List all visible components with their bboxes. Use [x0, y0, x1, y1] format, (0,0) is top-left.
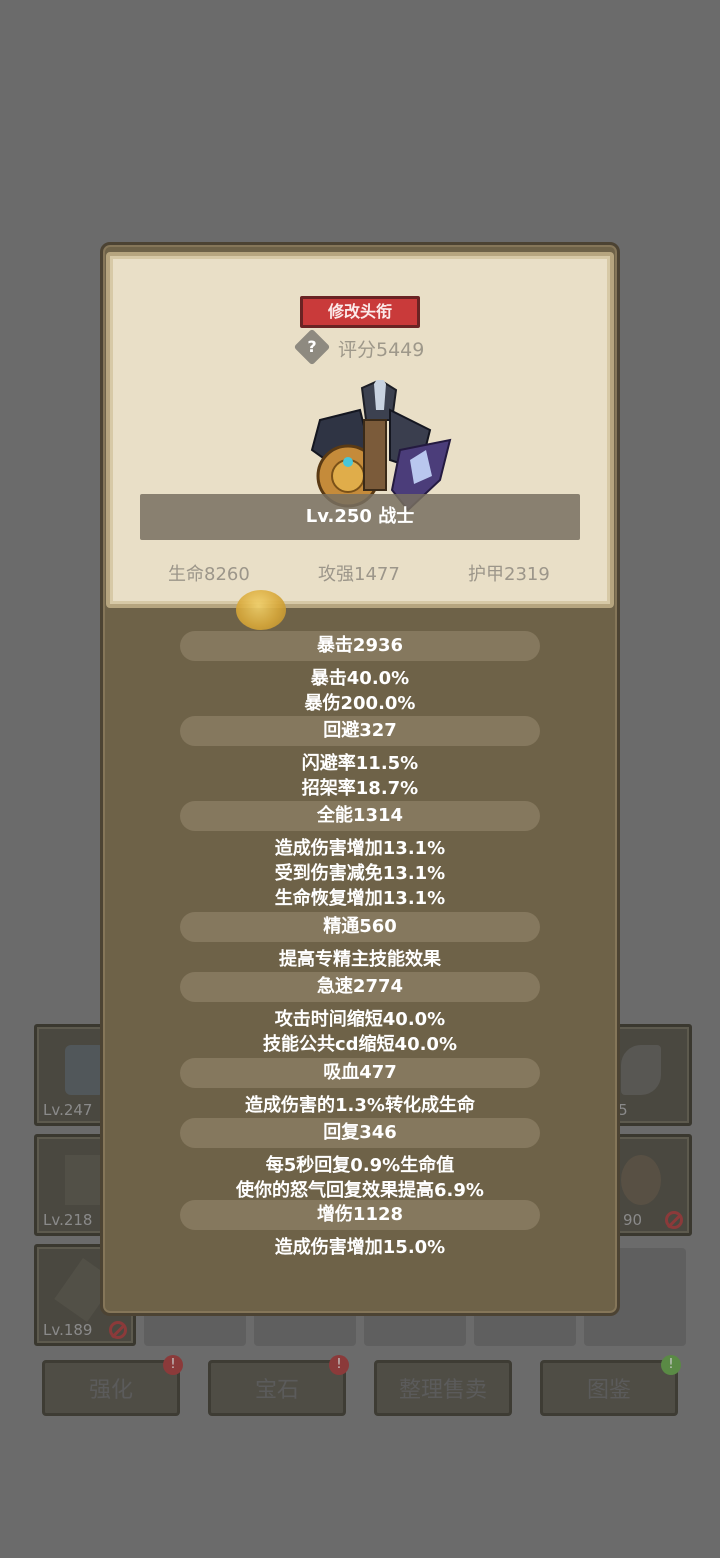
item-hammer-icon [65, 1155, 105, 1205]
attr-line: 使你的怒气回复效果提高6.9% [236, 1180, 484, 1201]
level-class-text: Lv.250 战士 [305, 506, 415, 527]
score-text: 评分5449 [338, 339, 425, 361]
enhance-label: 强化 [88, 1378, 133, 1403]
attr-line: 暴伤200.0% [304, 693, 416, 714]
edit-title-button[interactable]: 修改头衔 [300, 296, 420, 328]
attr-haste: 急速2774 [180, 972, 540, 1002]
sort-sell-label: 整理售卖 [398, 1378, 487, 1403]
attr-line: 受到伤害减免13.1% [274, 863, 446, 884]
item-book-icon [65, 1045, 105, 1095]
slot-level: Lv.247 [43, 1101, 93, 1119]
stat-armor: 护甲2319 [468, 564, 550, 585]
attr-lifesteal: 吸血477 [180, 1058, 540, 1088]
alert-badge-icon: ! [329, 1355, 349, 1375]
coin-icon [236, 590, 286, 630]
attr-line: 造成伤害的1.3%转化成生命 [245, 1095, 475, 1116]
codex-label: 图鉴 [586, 1378, 631, 1403]
gem-button[interactable]: 宝石 ! [208, 1355, 349, 1416]
attr-line: 每5秒回复0.9%生命值 [265, 1155, 455, 1176]
alert-badge-icon: ! [163, 1355, 183, 1375]
help-symbol: ? [307, 337, 317, 356]
stat-hp: 生命8260 [168, 564, 250, 585]
attr-line: 攻击时间缩短40.0% [274, 1009, 446, 1030]
sort-sell-button[interactable]: 整理售卖 [374, 1360, 512, 1416]
enhance-button[interactable]: 强化 ! [42, 1355, 183, 1416]
item-axe-icon [621, 1045, 661, 1095]
attr-damage-bonus: 增伤1128 [180, 1200, 540, 1230]
slot-level: Lv.189 [43, 1321, 93, 1339]
help-icon[interactable]: ? [293, 328, 331, 366]
attr-line: 造成伤害增加15.0% [274, 1237, 446, 1258]
locked-icon [109, 1321, 127, 1339]
attr-line: 提高专精主技能效果 [279, 949, 441, 970]
attr-regen: 回复346 [180, 1118, 540, 1148]
attr-line: 生命恢复增加13.1% [274, 888, 446, 909]
attr-line: 技能公共cd缩短40.0% [262, 1034, 457, 1055]
attr-versatility: 全能1314 [180, 801, 540, 831]
gem-label: 宝石 [254, 1378, 299, 1403]
item-helmet-icon [621, 1155, 661, 1205]
locked-icon [665, 1211, 683, 1229]
slot-level: Lv.218 [43, 1211, 93, 1229]
attr-line: 闪避率11.5% [301, 753, 419, 774]
alert-badge-icon: ! [661, 1355, 681, 1375]
attr-line: 造成伤害增加13.1% [274, 838, 446, 859]
slot-level: 90 [623, 1211, 643, 1229]
attr-crit: 暴击2936 [180, 631, 540, 661]
attr-dodge: 回避327 [180, 716, 540, 746]
codex-button[interactable]: 图鉴 ! [540, 1355, 681, 1416]
attr-line: 招架率18.7% [301, 778, 419, 799]
stat-attack: 攻强1477 [318, 564, 400, 585]
attr-mastery: 精通560 [180, 912, 540, 942]
attr-line: 暴击40.0% [310, 668, 410, 689]
